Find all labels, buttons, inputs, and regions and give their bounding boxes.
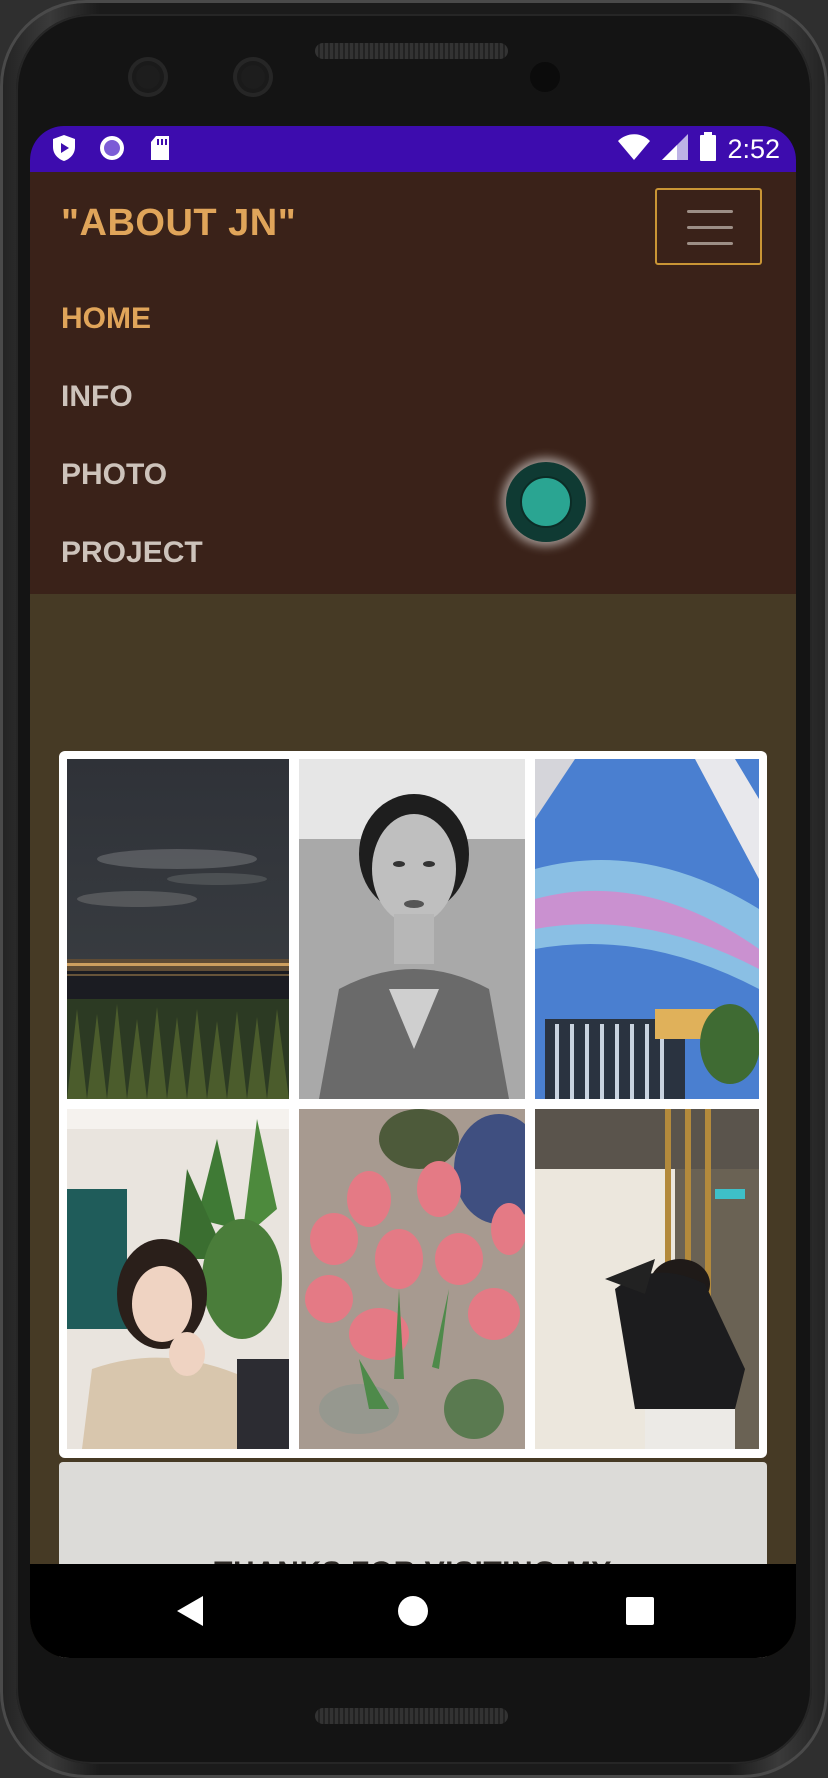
gallery-photo[interactable] (67, 1109, 289, 1449)
back-button[interactable] (150, 1564, 230, 1658)
gallery-photo[interactable] (535, 759, 759, 1099)
status-bar: 2:52 (30, 126, 796, 172)
sd-card-icon (146, 134, 174, 162)
nav-menu: HOME INFO PHOTO PROJECT (61, 280, 203, 592)
site-brand[interactable]: "ABOUT JN" (61, 202, 296, 245)
recents-icon (626, 1597, 654, 1625)
gallery-photo[interactable] (299, 1109, 525, 1449)
front-camera-icon (233, 57, 273, 97)
recents-button[interactable] (600, 1564, 680, 1658)
device-screen: 2:52 "ABOUT JN" HOME INFO PHOTO PROJECT (30, 126, 796, 1658)
record-circle-icon (98, 134, 126, 162)
gallery-photo[interactable] (67, 759, 289, 1099)
shield-play-icon (50, 134, 78, 162)
wifi-icon (617, 133, 651, 165)
earpiece-speaker (315, 43, 508, 59)
back-icon (177, 1596, 203, 1626)
cell-signal-icon (661, 133, 689, 165)
hamburger-icon (687, 210, 733, 213)
photo-gallery (59, 751, 767, 1458)
nav-link-photo[interactable]: PHOTO (61, 436, 203, 514)
home-button[interactable] (373, 1564, 453, 1658)
front-camera-icon (128, 57, 168, 97)
menu-toggle-button[interactable] (655, 188, 762, 265)
nav-link-info[interactable]: INFO (61, 358, 203, 436)
touch-indicator (506, 462, 586, 542)
gallery-photo[interactable] (299, 759, 525, 1099)
proximity-sensor (530, 62, 560, 92)
hamburger-icon-line (687, 226, 733, 229)
home-icon (398, 1596, 428, 1626)
hamburger-icon-line (687, 242, 733, 245)
site-navbar: "ABOUT JN" HOME INFO PHOTO PROJECT (30, 172, 796, 594)
battery-icon (699, 132, 717, 166)
nav-link-project[interactable]: PROJECT (61, 514, 203, 592)
gallery-photo[interactable] (535, 1109, 759, 1449)
status-time: 2:52 (727, 133, 780, 164)
bottom-speaker (315, 1708, 508, 1724)
system-nav-bar (30, 1564, 796, 1658)
main-content: THANKS FOR VISITING MY (30, 594, 796, 1658)
nav-link-home[interactable]: HOME (61, 280, 203, 358)
